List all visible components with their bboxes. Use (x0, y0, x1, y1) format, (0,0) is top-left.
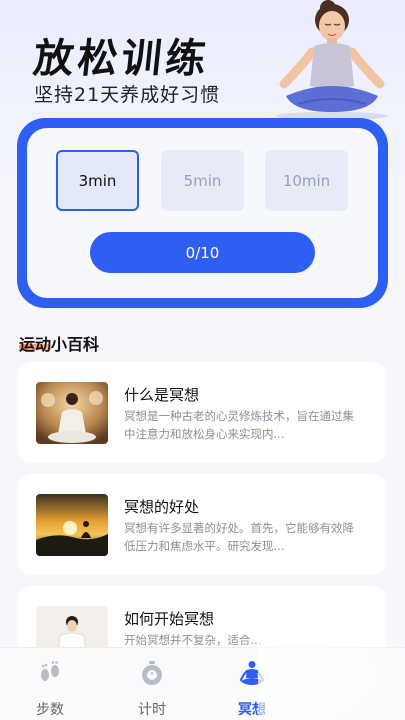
tab-label: 步数 (36, 702, 64, 718)
section-title: 运动小百科 (19, 335, 100, 354)
bottom-tab-bar: 步数 计时 冥想 (0, 647, 405, 720)
article-card-what-is-meditation[interactable]: 什么是冥想 冥想是一种古老的心灵修炼技术，旨在通过集中注意力和放松身心来实现内.… (18, 362, 387, 463)
tab-label: 计时 (138, 702, 166, 718)
duration-option-5min[interactable]: 5min (161, 150, 244, 211)
training-panel-inner: 3min 5min 10min 0/10 (27, 128, 378, 298)
meditation-icon (239, 661, 265, 685)
page-subtitle: 坚持21天养成好习惯 (34, 84, 221, 106)
article-title: 冥想的好处 (124, 498, 200, 516)
meditation-figure-illustration (276, 0, 388, 120)
tab-steps[interactable]: 步数 (15, 660, 85, 719)
stopwatch-icon (142, 661, 162, 685)
article-description: 冥想有许多显著的好处。首先，它能够有效降低压力和焦虑水平。研究发现... (124, 521, 354, 553)
article-title: 什么是冥想 (124, 386, 200, 404)
article-thumbnail-image (36, 494, 108, 556)
article-title: 如何开始冥想 (124, 610, 215, 628)
header: 放松训练 坚持21天养成好习惯 (0, 0, 405, 130)
article-card-benefits[interactable]: 冥想的好处 冥想有许多显著的好处。首先，它能够有效降低压力和焦虑水平。研究发现.… (18, 474, 387, 575)
duration-option-3min[interactable]: 3min (56, 150, 139, 211)
page-title: 放松训练 (31, 36, 212, 82)
article-description: 冥想是一种古老的心灵修炼技术，旨在通过集中注意力和放松身心来实现内... (124, 409, 354, 441)
start-progress-button[interactable]: 0/10 (90, 232, 315, 273)
footprints-icon (41, 661, 59, 681)
duration-option-10min[interactable]: 10min (265, 150, 348, 211)
tab-timer[interactable]: 计时 (117, 660, 187, 719)
tab-meditation[interactable]: 冥想 (217, 660, 287, 719)
training-panel: 3min 5min 10min 0/10 (17, 118, 388, 308)
article-thumbnail-image (36, 382, 108, 444)
tab-label: 冥想 (238, 702, 266, 718)
